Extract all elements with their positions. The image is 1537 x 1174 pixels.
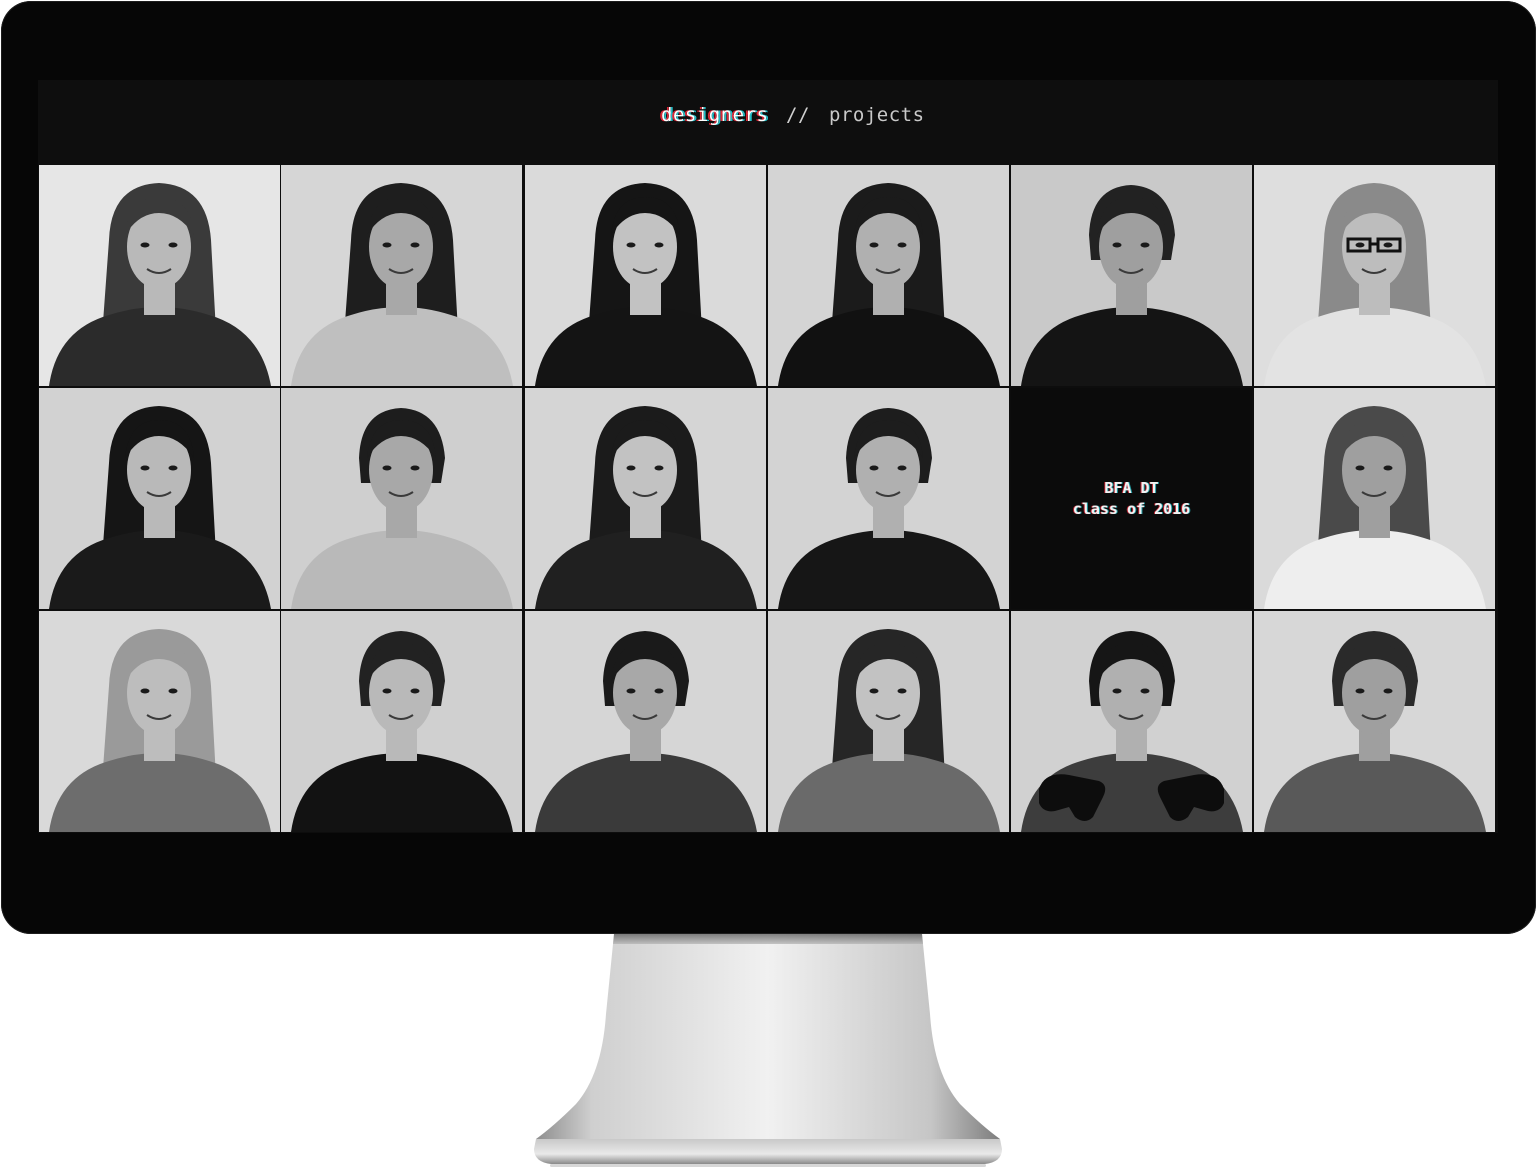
- portrait-eye: [140, 465, 150, 471]
- portrait-eye: [1355, 242, 1365, 248]
- portrait-eye: [168, 242, 178, 248]
- portrait-eye: [410, 688, 420, 694]
- portrait-clothing: [535, 530, 757, 609]
- portrait-eye: [382, 465, 392, 471]
- portrait-eye: [897, 242, 907, 248]
- portrait-clothing: [778, 530, 1000, 609]
- portrait-photo: [778, 408, 1000, 609]
- portrait-clothing: [778, 307, 1000, 386]
- designer-portrait-tile[interactable]: [1254, 165, 1495, 386]
- portrait-eye: [1383, 242, 1393, 248]
- designer-portrait-tile[interactable]: [525, 611, 766, 832]
- portrait-photo: [535, 406, 757, 609]
- portrait-eye: [897, 688, 907, 694]
- portrait-eye: [1383, 465, 1393, 471]
- portrait-photo: [291, 631, 513, 832]
- portrait-eye: [410, 242, 420, 248]
- portrait-photo: [1264, 631, 1486, 832]
- nav-projects-link[interactable]: projects: [829, 104, 925, 126]
- designer-portrait-tile[interactable]: [525, 165, 766, 386]
- portrait-photo: [778, 629, 1000, 832]
- nav-separator: //: [786, 104, 810, 126]
- portrait-eye: [168, 688, 178, 694]
- portrait-eye: [626, 688, 636, 694]
- designer-portrait-tile[interactable]: [281, 611, 522, 832]
- designer-portrait-tile[interactable]: [768, 388, 1009, 609]
- portrait-clothing: [291, 753, 513, 832]
- portrait-photo: [49, 406, 271, 609]
- portrait-photo: [291, 183, 513, 386]
- portrait-photo: [49, 183, 271, 386]
- class-label-tile: BFA DT class of 2016: [1011, 388, 1252, 609]
- portrait-eye: [869, 688, 879, 694]
- portrait-clothing: [1021, 307, 1243, 386]
- portrait-clothing: [49, 307, 271, 386]
- portrait-clothing: [778, 753, 1000, 832]
- portrait-photo: [1264, 183, 1486, 386]
- portrait-eye: [1355, 465, 1365, 471]
- portrait-clothing: [1264, 753, 1486, 832]
- portrait-photo: [778, 183, 1000, 386]
- top-nav: designers // projects: [38, 80, 1498, 165]
- portrait-eye: [1112, 242, 1122, 248]
- designer-portrait-tile[interactable]: [768, 165, 1009, 386]
- portrait-photo: [1264, 406, 1486, 609]
- portrait-eye: [382, 688, 392, 694]
- portrait-clothing: [49, 530, 271, 609]
- portrait-photo: [1021, 185, 1243, 386]
- class-label-line2: class of 2016: [1072, 499, 1191, 518]
- class-label-line1: BFA DT: [1104, 478, 1159, 497]
- designer-portrait-tile[interactable]: [1254, 611, 1495, 832]
- designer-portrait-tile[interactable]: [39, 611, 280, 832]
- designer-portrait-tile[interactable]: [768, 611, 1009, 832]
- portrait-eye: [869, 465, 879, 471]
- portrait-eye: [654, 465, 664, 471]
- stand-graphic: [534, 934, 1002, 1167]
- portrait-clothing: [1264, 307, 1486, 386]
- portrait-clothing: [291, 307, 513, 386]
- portrait-eye: [626, 242, 636, 248]
- desktop-monitor-mockup: designers // projects BFA DT class of 201…: [0, 0, 1537, 1174]
- designer-portrait-tile[interactable]: [281, 388, 522, 609]
- portrait-clothing: [1264, 530, 1486, 609]
- portrait-clothing: [291, 530, 513, 609]
- nav-designers-link[interactable]: designers: [661, 104, 768, 126]
- portrait-photo: [535, 631, 757, 832]
- portrait-clothing: [49, 753, 271, 832]
- designer-portrait-tile[interactable]: [525, 388, 766, 609]
- designer-portrait-tile[interactable]: [1254, 388, 1495, 609]
- designers-grid: BFA DT class of 2016: [39, 165, 1497, 833]
- designer-portrait-tile[interactable]: [1011, 611, 1252, 832]
- designer-portrait-tile[interactable]: [281, 165, 522, 386]
- portrait-eye: [654, 688, 664, 694]
- portrait-clothing: [535, 307, 757, 386]
- portrait-eye: [1355, 688, 1365, 694]
- portrait-eye: [140, 688, 150, 694]
- portrait-eye: [382, 242, 392, 248]
- portrait-eye: [140, 242, 150, 248]
- portrait-photo: [291, 408, 513, 609]
- portrait-eye: [654, 242, 664, 248]
- monitor-stand: [530, 934, 1006, 1174]
- designer-portrait-tile[interactable]: [39, 388, 280, 609]
- portrait-eye: [626, 465, 636, 471]
- portrait-photo: [49, 629, 271, 832]
- portrait-photo: [1021, 631, 1243, 832]
- portrait-eye: [897, 465, 907, 471]
- portrait-eye: [410, 465, 420, 471]
- portrait-eye: [869, 242, 879, 248]
- portrait-photo: [535, 183, 757, 386]
- designer-portrait-tile[interactable]: [39, 165, 280, 386]
- portrait-eye: [1383, 688, 1393, 694]
- portrait-eye: [1140, 242, 1150, 248]
- portrait-clothing: [535, 753, 757, 832]
- designer-portrait-tile[interactable]: [1011, 165, 1252, 386]
- portrait-eye: [1112, 688, 1122, 694]
- portrait-eye: [168, 465, 178, 471]
- website-screen: designers // projects BFA DT class of 201…: [38, 80, 1498, 833]
- portrait-eye: [1140, 688, 1150, 694]
